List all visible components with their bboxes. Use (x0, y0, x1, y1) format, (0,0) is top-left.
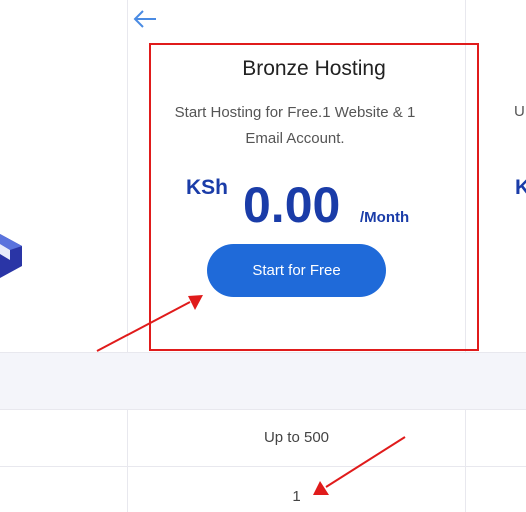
isometric-shape-icon (0, 234, 22, 278)
annotation-highlight-box (149, 43, 479, 351)
column-divider-left (127, 0, 128, 352)
arrow-left-icon (133, 10, 156, 28)
cell-divider (465, 467, 466, 512)
next-plan-description: U (514, 103, 525, 120)
table-row: Up to 500 (0, 409, 526, 467)
table-row: 1 (0, 466, 526, 512)
cell-divider (465, 410, 466, 467)
table-cell-value: Up to 500 (263, 429, 330, 446)
next-plan-currency: K (515, 176, 526, 199)
back-arrow-button[interactable] (130, 6, 160, 32)
table-cell-value: 1 (292, 488, 301, 505)
table-section-band (0, 352, 526, 410)
